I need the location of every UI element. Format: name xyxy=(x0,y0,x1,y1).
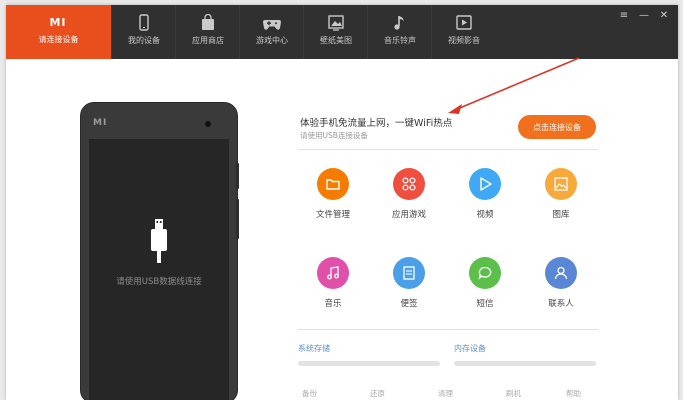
phone-screen: 请使用USB数据线连接 xyxy=(89,139,229,400)
internal-storage-label: 内存设备 xyxy=(454,344,486,353)
app-file-manager[interactable]: 文件管理 xyxy=(298,168,368,238)
app-label: 联系人 xyxy=(548,299,574,309)
phone-icon xyxy=(139,14,149,31)
tab-game-center[interactable]: 游戏中心 xyxy=(239,5,304,59)
connect-device-tab[interactable]: MI 请连接设备 xyxy=(6,5,111,59)
promo-headline: 体验手机免流量上网，一键WiFi热点 xyxy=(300,118,453,129)
app-icon-circle xyxy=(393,257,425,289)
tab-wallpapers[interactable]: 壁纸美图 xyxy=(303,5,368,59)
app-music[interactable]: 音乐 xyxy=(298,257,368,327)
connect-device-label: 请连接设备 xyxy=(38,35,79,44)
app-label: 短信 xyxy=(476,299,494,309)
contact-icon xyxy=(554,266,568,280)
app-gallery[interactable]: 图库 xyxy=(526,168,596,238)
image-icon xyxy=(554,177,568,191)
system-storage-label: 系统存储 xyxy=(298,344,330,353)
play-icon xyxy=(456,15,472,30)
app-notes[interactable]: 便签 xyxy=(374,257,444,327)
app-icon-circle xyxy=(545,168,577,200)
app-label: 便签 xyxy=(400,299,418,309)
tab-label: 游戏中心 xyxy=(256,36,288,45)
app-icon-circle xyxy=(317,168,349,200)
menu-button[interactable]: ≡ xyxy=(616,9,632,23)
app-label: 音乐 xyxy=(324,299,342,309)
phone-side-button xyxy=(236,199,239,239)
tab-label: 壁纸美图 xyxy=(320,36,352,45)
promo-subline: 请使用USB连接设备 xyxy=(300,131,368,140)
footer-item-backup[interactable]: 备份 xyxy=(302,388,317,399)
top-navigation-bar: MI 请连接设备 我的设备 应用商店 游戏中心 壁纸美图 音乐铃声 视频影音 ≡… xyxy=(6,5,678,59)
app-icon-circle xyxy=(469,168,501,200)
picture-icon xyxy=(328,15,344,31)
phone-illustration: MI 请使用USB数据线连接 xyxy=(80,102,239,400)
folder-icon xyxy=(326,179,340,190)
tab-label: 视频影音 xyxy=(448,36,480,45)
app-contacts[interactable]: 联系人 xyxy=(526,257,596,327)
tab-label: 应用商店 xyxy=(192,36,224,45)
app-label: 文件管理 xyxy=(315,210,350,220)
gamepad-icon xyxy=(263,20,281,30)
app-icon-circle xyxy=(545,257,577,289)
tab-video[interactable]: 视频影音 xyxy=(431,5,496,59)
message-icon xyxy=(478,266,492,280)
play-icon xyxy=(480,177,492,191)
close-button[interactable]: ✕ xyxy=(656,9,672,23)
app-video[interactable]: 视频 xyxy=(450,168,520,238)
app-apps-games[interactable]: 应用游戏 xyxy=(374,168,444,238)
tab-my-device[interactable]: 我的设备 xyxy=(111,5,176,59)
phone-side-button xyxy=(236,163,239,189)
internal-storage-bar xyxy=(454,361,596,366)
minimize-button[interactable]: — xyxy=(636,9,652,23)
phone-logo: MI xyxy=(93,118,108,128)
app-window: MI 请连接设备 我的设备 应用商店 游戏中心 壁纸美图 音乐铃声 视频影音 ≡… xyxy=(6,5,678,400)
music-note-icon xyxy=(394,16,404,30)
divider xyxy=(298,149,598,150)
tab-app-store[interactable]: 应用商店 xyxy=(175,5,240,59)
music-icon xyxy=(327,266,339,280)
note-icon xyxy=(403,266,415,280)
tab-label: 我的设备 xyxy=(128,36,160,45)
app-label: 应用游戏 xyxy=(391,210,426,220)
divider xyxy=(298,329,598,330)
phone-camera xyxy=(205,121,211,127)
bag-icon xyxy=(202,14,214,30)
app-messages[interactable]: 短信 xyxy=(450,257,520,327)
app-icon-circle xyxy=(393,168,425,200)
usb-cable-icon xyxy=(151,219,167,263)
mi-logo: MI xyxy=(49,16,67,29)
usb-connect-hint: 请使用USB数据线连接 xyxy=(116,277,202,287)
app-icon-circle xyxy=(317,257,349,289)
footer-item-restore[interactable]: 还原 xyxy=(370,388,385,399)
tab-label: 音乐铃声 xyxy=(384,36,416,45)
app-icon-circle xyxy=(469,257,501,289)
footer-item-help[interactable]: 帮助 xyxy=(566,388,581,399)
connect-device-button[interactable]: 点击连接设备 xyxy=(518,115,596,139)
footer-item-flash[interactable]: 刷机 xyxy=(506,388,521,399)
app-label: 视频 xyxy=(476,210,494,220)
grid-icon xyxy=(402,177,416,191)
tab-ringtones[interactable]: 音乐铃声 xyxy=(367,5,432,59)
footer-item-clean[interactable]: 清理 xyxy=(438,388,453,399)
system-storage-bar xyxy=(298,361,440,366)
app-label: 图库 xyxy=(552,210,570,220)
